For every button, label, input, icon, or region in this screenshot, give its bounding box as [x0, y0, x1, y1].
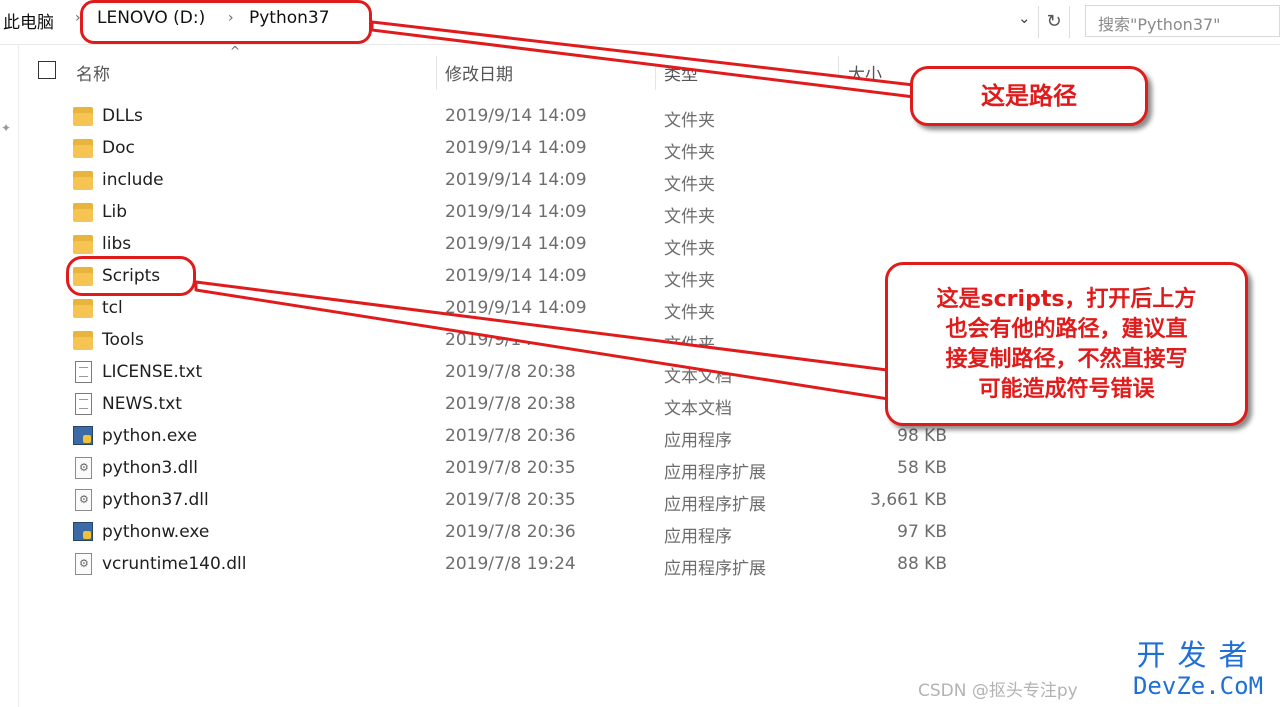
- path-callout: 这是路径: [910, 66, 1148, 126]
- file-name: DLLs: [102, 106, 143, 126]
- refresh-icon[interactable]: ↻: [1038, 6, 1070, 38]
- file-name: python3.dll: [102, 458, 198, 478]
- file-name: NEWS.txt: [102, 394, 182, 414]
- file-date: 2019/9/14 14:09: [445, 234, 587, 254]
- file-name: LICENSE.txt: [102, 362, 203, 382]
- table-row[interactable]: libs 2019/9/14 14:09 文件夹: [0, 228, 1280, 260]
- scripts-callout-line: 也会有他的路径，建议直: [945, 317, 1188, 342]
- file-date: 2019/9/14 14:09: [445, 330, 587, 350]
- file-type: 文件夹: [664, 335, 715, 355]
- file-type: 文本文档: [664, 399, 732, 419]
- file-date: 2019/7/8 20:35: [445, 458, 576, 478]
- devze-watermark-top: 开发者: [1136, 638, 1260, 672]
- file-size: 97 KB: [897, 522, 947, 542]
- file-type: 文件夹: [664, 207, 715, 227]
- file-name: pythonw.exe: [102, 522, 210, 542]
- python-exe-icon: [73, 522, 93, 541]
- table-row[interactable]: Doc 2019/9/14 14:09 文件夹: [0, 132, 1280, 164]
- scripts-callout-line: 可能造成符号错误: [978, 377, 1155, 402]
- file-type: 文本文档: [664, 367, 732, 387]
- file-date: 2019/9/14 14:09: [445, 298, 587, 318]
- column-divider[interactable]: [655, 56, 656, 90]
- file-type: 应用程序: [664, 431, 732, 451]
- file-date: 2019/9/14 14:09: [445, 202, 587, 222]
- file-type: 应用程序扩展: [664, 463, 766, 483]
- file-type: 文件夹: [664, 303, 715, 323]
- scripts-callout: 这是scripts，打开后上方 也会有他的路径，建议直 接复制路径，不然直接写 …: [885, 262, 1248, 426]
- file-name: tcl: [102, 298, 123, 318]
- chevron-down-icon[interactable]: ⌄: [1018, 9, 1031, 27]
- file-name: Tools: [102, 330, 144, 350]
- file-date: 2019/9/14 14:09: [445, 106, 587, 126]
- file-type: 应用程序扩展: [664, 559, 766, 579]
- file-type: 应用程序扩展: [664, 495, 766, 515]
- devze-watermark: 开发者 DevZe.CoM: [1123, 638, 1273, 700]
- dll-file-icon: [75, 457, 92, 479]
- sort-caret-icon: ^: [230, 44, 241, 58]
- devze-watermark-bottom: DevZe.CoM: [1123, 672, 1273, 700]
- column-header-name[interactable]: 名称: [76, 60, 110, 85]
- file-date: 2019/7/8 20:36: [445, 426, 576, 446]
- search-input[interactable]: 搜索"Python37": [1085, 5, 1280, 37]
- column-header-size[interactable]: 大小: [848, 60, 882, 85]
- csdn-watermark: CSDN @抠头专注py: [918, 681, 1078, 701]
- text-file-icon: [75, 393, 92, 415]
- folder-icon: [73, 107, 93, 126]
- path-callout-text: 这是路径: [981, 82, 1077, 110]
- file-name: include: [102, 170, 164, 190]
- select-all-checkbox[interactable]: [38, 61, 56, 79]
- dll-file-icon: [75, 553, 92, 575]
- table-row[interactable]: python3.dll 2019/7/8 20:35 应用程序扩展 58 KB: [0, 452, 1280, 484]
- file-name: vcruntime140.dll: [102, 554, 247, 574]
- file-size: 98 KB: [897, 426, 947, 446]
- python-exe-icon: [73, 426, 93, 445]
- file-date: 2019/7/8 20:38: [445, 362, 576, 382]
- scripts-highlight-box: [66, 256, 196, 296]
- table-row[interactable]: include 2019/9/14 14:09 文件夹: [0, 164, 1280, 196]
- file-date: 2019/9/14 14:09: [445, 266, 587, 286]
- file-name: python.exe: [102, 426, 198, 446]
- file-date: 2019/9/14 14:09: [445, 138, 587, 158]
- file-size: 58 KB: [897, 458, 947, 478]
- scripts-callout-line: 这是scripts，打开后上方: [936, 287, 1197, 312]
- column-header-date[interactable]: 修改日期: [445, 60, 513, 85]
- file-size: 3,661 KB: [870, 490, 947, 510]
- file-type: 文件夹: [664, 175, 715, 195]
- file-date: 2019/7/8 20:35: [445, 490, 576, 510]
- file-date: 2019/7/8 19:24: [445, 554, 576, 574]
- column-divider[interactable]: [436, 56, 437, 90]
- folder-icon: [73, 171, 93, 190]
- dll-file-icon: [75, 489, 92, 511]
- scripts-callout-line: 接复制路径，不然直接写: [945, 347, 1188, 372]
- table-row[interactable]: vcruntime140.dll 2019/7/8 19:24 应用程序扩展 88 K…: [0, 548, 1280, 580]
- file-type: 文件夹: [664, 239, 715, 259]
- file-name: Doc: [102, 138, 135, 158]
- file-date: 2019/9/14 14:09: [445, 170, 587, 190]
- folder-icon: [73, 235, 93, 254]
- breadcrumb-this-pc[interactable]: 此电脑: [3, 8, 54, 33]
- table-row[interactable]: pythonw.exe 2019/7/8 20:36 应用程序 97 KB: [0, 516, 1280, 548]
- file-name: libs: [102, 234, 132, 254]
- path-highlight-box: [80, 0, 372, 44]
- table-row[interactable]: python37.dll 2019/7/8 20:35 应用程序扩展 3,661 KB: [0, 484, 1280, 516]
- column-divider[interactable]: [838, 56, 839, 90]
- file-name: Lib: [102, 202, 127, 222]
- file-size: 88 KB: [897, 554, 947, 574]
- folder-icon: [73, 203, 93, 222]
- table-row[interactable]: Lib 2019/9/14 14:09 文件夹: [0, 196, 1280, 228]
- file-type: 应用程序: [664, 527, 732, 547]
- file-date: 2019/7/8 20:38: [445, 394, 576, 414]
- file-type: 文件夹: [664, 271, 715, 291]
- column-header-type[interactable]: 类型: [664, 60, 698, 85]
- text-file-icon: [75, 361, 92, 383]
- file-date: 2019/7/8 20:36: [445, 522, 576, 542]
- folder-icon: [73, 331, 93, 350]
- file-name: python37.dll: [102, 490, 209, 510]
- folder-icon: [73, 299, 93, 318]
- folder-icon: [73, 139, 93, 158]
- file-type: 文件夹: [664, 143, 715, 163]
- file-type: 文件夹: [664, 111, 715, 131]
